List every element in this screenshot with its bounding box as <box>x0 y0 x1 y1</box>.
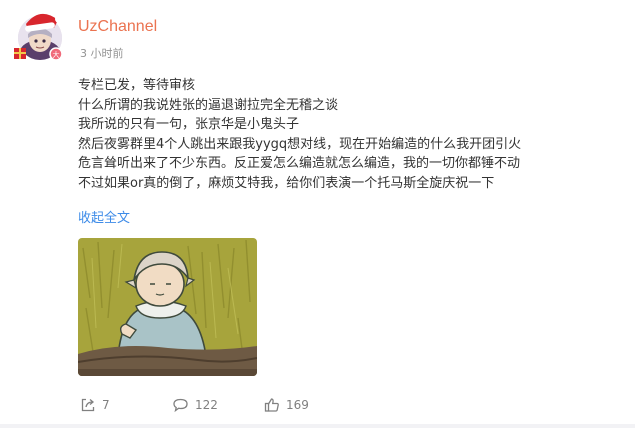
post-line: 不过如果or真的倒了，麻烦艾特我，给你们表演一个托马斯全旋庆祝一下 <box>78 175 495 191</box>
svg-text:大: 大 <box>53 50 60 59</box>
share-icon <box>80 397 96 413</box>
thumbs-up-icon <box>264 397 280 413</box>
post-line: 危言耸听出来了不少东西。反正爱怎么编造就怎么编造，我的一切你都锤不动 <box>78 156 521 171</box>
cartoon-image <box>78 238 257 376</box>
repost-count: 7 <box>102 398 110 412</box>
action-bar: 7 122 169 <box>0 393 635 417</box>
comment-icon <box>172 397 189 413</box>
avatar[interactable]: 大 <box>12 8 68 64</box>
post-image[interactable] <box>78 238 257 376</box>
comment-count: 122 <box>195 398 218 412</box>
post-line: 专栏已发，等待审核 <box>78 78 196 93</box>
post-line: 我所说的只有一句，张京华是小鬼头子 <box>78 117 300 132</box>
divider <box>0 424 635 428</box>
post-line: 什么所谓的我说姓张的逼退谢拉完全无稽之谈 <box>78 97 339 113</box>
like-count: 169 <box>286 398 309 412</box>
repost-button[interactable]: 7 <box>80 393 110 417</box>
like-button[interactable]: 169 <box>264 393 309 417</box>
author-name[interactable]: UzChannel <box>78 18 157 36</box>
post-timestamp[interactable]: 3 小时前 <box>80 45 124 61</box>
avatar-image: 大 <box>14 13 63 61</box>
post-line: 然后夜雾群里4个人跳出来跟我yygq想对线，现在开始编造的什么我开团引火 <box>78 136 522 152</box>
comment-button[interactable]: 122 <box>172 393 218 417</box>
post-text: 专栏已发，等待审核 什么所谓的我说姓张的逼退谢拉完全无稽之谈 我所说的只有一句，… <box>78 76 618 193</box>
collapse-full-text-link[interactable]: 收起全文 <box>78 207 130 226</box>
